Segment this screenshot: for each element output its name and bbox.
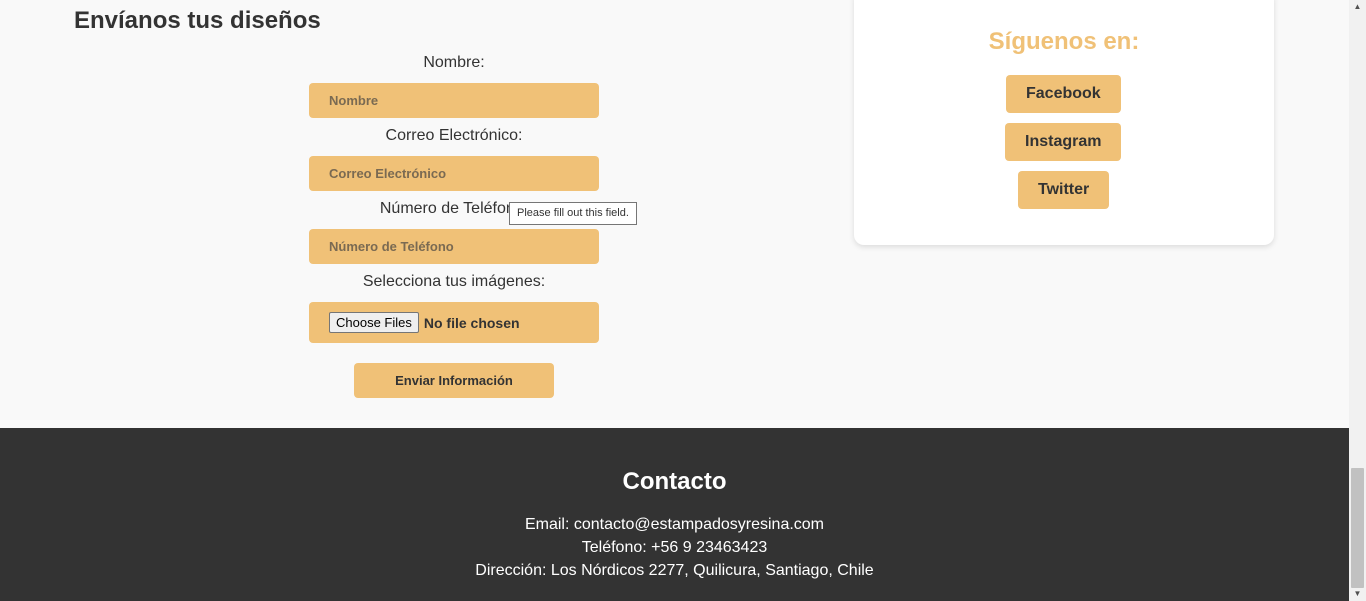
file-status: No file chosen	[423, 314, 520, 331]
footer-address: Dirección: Los Nórdicos 2277, Quilicura,…	[475, 562, 874, 579]
social-title: Síguenos en:	[988, 28, 1140, 55]
facebook-button[interactable]: Facebook	[1006, 75, 1121, 113]
footer-title: Contacto	[622, 468, 727, 495]
vertical-scrollbar[interactable]: ▲ ▼	[1349, 0, 1366, 601]
email-label: Correo Electrónico:	[385, 127, 523, 144]
footer-email: Email: contacto@estampadosyresina.com	[524, 516, 825, 533]
footer-phone: Teléfono: +56 9 23463423	[581, 539, 768, 556]
validation-tooltip: Please fill out this field.	[509, 202, 637, 225]
file-input[interactable]: Choose Files No file chosen	[309, 302, 599, 343]
form-section-title: Envíanos tus diseños	[74, 7, 321, 34]
page: Envíanos tus diseños Nombre: Correo Elec…	[0, 0, 1349, 601]
phone-input[interactable]	[309, 229, 599, 264]
email-input[interactable]	[309, 156, 599, 191]
name-label: Nombre:	[423, 54, 485, 71]
social-card: Síguenos en: Facebook Instagram Twitter	[854, 0, 1274, 245]
submit-button[interactable]: Enviar Información	[354, 363, 554, 398]
scroll-down-icon[interactable]: ▼	[1349, 587, 1366, 601]
scroll-thumb[interactable]	[1351, 468, 1364, 588]
choose-files-button[interactable]: Choose Files	[329, 312, 419, 333]
instagram-button[interactable]: Instagram	[1005, 123, 1122, 161]
twitter-button[interactable]: Twitter	[1018, 171, 1110, 209]
images-label: Selecciona tus imágenes:	[362, 273, 546, 290]
name-input[interactable]	[309, 83, 599, 118]
footer: Contacto Email: contacto@estampadosyresi…	[0, 428, 1349, 601]
scroll-up-icon[interactable]: ▲	[1349, 0, 1366, 14]
